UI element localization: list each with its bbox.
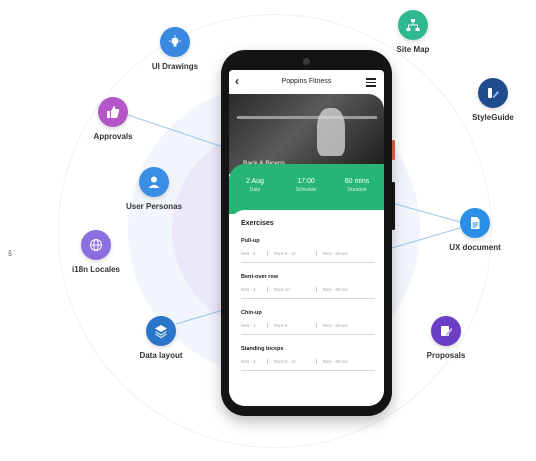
feature-diagram: UI Drawings Site Map Approvals StyleGuid…: [0, 0, 536, 461]
exercise-rest: Rest - 60 sec: [323, 359, 348, 364]
athlete-graphic: [317, 108, 345, 156]
exercise-reps: Reps 8 - 10: [274, 359, 317, 364]
exercise-reps: Reps 8 - 10: [274, 251, 317, 256]
exercise-reps: Reps 10: [274, 287, 317, 292]
layers-icon: [146, 316, 176, 346]
document-icon: [460, 208, 490, 238]
divider: [241, 370, 375, 371]
feature-label: Approvals: [93, 132, 133, 141]
feature-i18n-locales[interactable]: i18n Locales: [46, 230, 146, 274]
exercise-reps: Reps 8: [274, 323, 317, 328]
stat-duration: 60 mins Duration: [331, 178, 383, 193]
thumbs-up-icon: [98, 97, 128, 127]
sitemap-icon: [398, 10, 428, 40]
exercise-sets: Sets - 3: [241, 287, 268, 292]
phone-screen: ‹ Poppins Fitness Back & Biceps 2 Aug Da…: [229, 70, 384, 406]
feature-label: i18n Locales: [71, 265, 121, 274]
exercise-item[interactable]: Pull-up Sets - 5 Reps 8 - 10 Rest - 60 s…: [241, 238, 375, 263]
hamburger-menu-icon[interactable]: [366, 78, 376, 89]
globe-icon: [81, 230, 111, 260]
exercise-rest: Rest - 60 sec: [323, 323, 348, 328]
feature-label: Data layout: [139, 351, 183, 360]
feature-label: UX document: [449, 243, 501, 252]
exercise-sets: Sets - 3: [241, 359, 268, 364]
feature-user-personas[interactable]: User Personas: [104, 167, 204, 211]
exercise-name: Bent-over row: [241, 274, 278, 280]
phone-mockup: ‹ Poppins Fitness Back & Biceps 2 Aug Da…: [221, 50, 395, 416]
stat-value: 2 Aug: [246, 178, 264, 185]
barbell-graphic: [237, 116, 377, 119]
front-camera: [303, 58, 310, 65]
exercise-name: Chin-up: [241, 310, 262, 316]
stat-label: Duration: [347, 187, 367, 193]
user-icon: [139, 167, 169, 197]
stat-date: 2 Aug Date: [229, 178, 281, 193]
workout-stats: 2 Aug Date 17:00 Schedule 60 mins Durati…: [229, 164, 384, 214]
back-arrow-icon[interactable]: ‹: [235, 74, 239, 88]
stat-label: Schedule: [295, 187, 317, 193]
feature-ux-document[interactable]: UX document: [425, 208, 525, 252]
divider: [241, 334, 375, 335]
app-bar: ‹ Poppins Fitness: [229, 70, 384, 94]
styleguide-icon: [478, 78, 508, 108]
phone-volume-button: [392, 182, 395, 230]
workout-hero-image: Back & Biceps: [229, 94, 384, 174]
exercise-rest: Rest - 60 sec: [323, 287, 348, 292]
exercises-panel: Exercises Pull-up Sets - 5 Reps 8 - 10 R…: [229, 210, 384, 406]
divider: [241, 262, 375, 263]
feature-site-map[interactable]: Site Map: [363, 10, 463, 54]
exercise-item[interactable]: Bent-over row Sets - 3 Reps 10 Rest - 60…: [241, 274, 375, 299]
phone-side-button: [392, 140, 395, 160]
exercise-sets: Sets - 5: [241, 251, 268, 256]
feature-data-layout[interactable]: Data layout: [111, 316, 211, 360]
exercise-name: Standing biceps: [241, 346, 284, 352]
stat-schedule: 17:00 Schedule: [280, 178, 332, 193]
exercise-name: Pull-up: [241, 238, 260, 244]
feature-styleguide[interactable]: StyleGuide: [443, 78, 536, 122]
app-title: Poppins Fitness: [281, 78, 332, 85]
feature-ui-drawings[interactable]: UI Drawings: [125, 27, 225, 71]
stat-value: 60 mins: [344, 178, 370, 185]
exercise-rest: Rest - 60 sec: [323, 251, 348, 256]
exercise-item[interactable]: Chin-up Sets - 2 Reps 8 Rest - 60 sec: [241, 310, 375, 335]
feature-approvals[interactable]: Approvals: [63, 97, 163, 141]
edit-document-icon: [431, 316, 461, 346]
stat-value: 17:00: [297, 178, 315, 185]
divider: [241, 298, 375, 299]
feature-label: Proposals: [426, 351, 466, 360]
feature-label: User Personas: [125, 202, 183, 211]
stat-label: Date: [249, 187, 261, 193]
exercise-sets: Sets - 2: [241, 323, 268, 328]
exercise-item[interactable]: Standing biceps Sets - 3 Reps 8 - 10 Res…: [241, 346, 375, 371]
exercises-title: Exercises: [241, 220, 274, 227]
feature-label: UI Drawings: [151, 62, 199, 71]
feature-label: StyleGuide: [472, 113, 514, 122]
lightbulb-icon: [160, 27, 190, 57]
edge-glyph: š: [8, 249, 12, 258]
feature-proposals[interactable]: Proposals: [396, 316, 496, 360]
